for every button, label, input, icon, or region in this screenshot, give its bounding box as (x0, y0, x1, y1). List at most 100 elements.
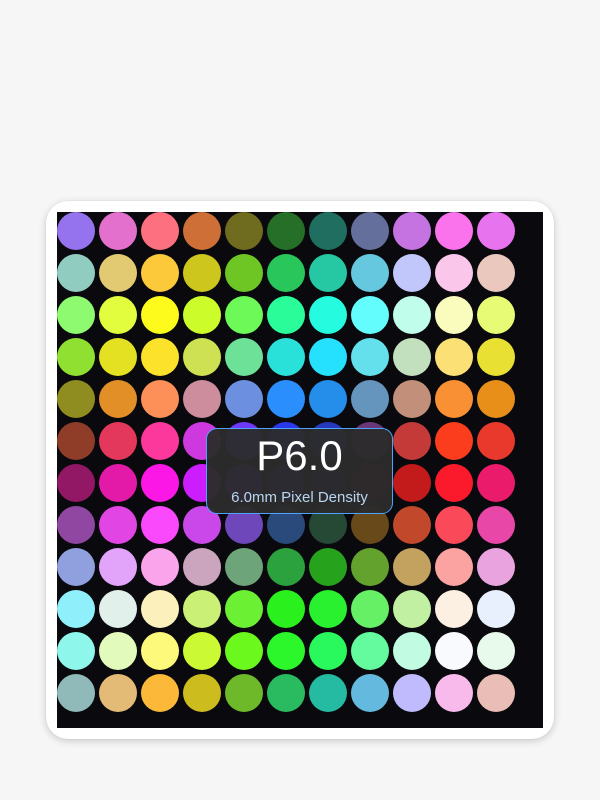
led-dot (435, 506, 473, 544)
led-dot (57, 548, 95, 586)
led-dot (225, 674, 263, 712)
led-dot (477, 254, 515, 292)
led-dot (141, 422, 179, 460)
led-dot (309, 212, 347, 250)
led-dot (225, 296, 263, 334)
led-dot (477, 506, 515, 544)
led-dot (225, 338, 263, 376)
led-dot (225, 590, 263, 628)
led-dot (225, 254, 263, 292)
led-dot (57, 338, 95, 376)
led-dot (309, 296, 347, 334)
led-dot (477, 380, 515, 418)
led-dot (141, 674, 179, 712)
led-dot (267, 380, 305, 418)
led-dot (57, 506, 95, 544)
led-dot (183, 296, 221, 334)
led-dot (225, 548, 263, 586)
led-dot (393, 338, 431, 376)
led-dot (99, 632, 137, 670)
led-dot (57, 422, 95, 460)
led-dot (309, 590, 347, 628)
led-dot (393, 296, 431, 334)
led-dot (99, 464, 137, 502)
led-dot (57, 590, 95, 628)
led-dot (141, 464, 179, 502)
led-dot (141, 338, 179, 376)
led-dot (477, 632, 515, 670)
led-dot (141, 548, 179, 586)
led-dot (141, 506, 179, 544)
led-dot (477, 464, 515, 502)
led-dot (435, 674, 473, 712)
led-dot (351, 254, 389, 292)
led-dot (393, 212, 431, 250)
led-dot (309, 254, 347, 292)
pixel-pitch-title: P6.0 (256, 432, 343, 479)
led-dot (435, 296, 473, 334)
led-dot (435, 548, 473, 586)
led-dot (141, 632, 179, 670)
led-dot (393, 254, 431, 292)
led-dot (435, 338, 473, 376)
led-dot (267, 212, 305, 250)
led-dot (309, 548, 347, 586)
led-dot (435, 632, 473, 670)
led-dot (99, 506, 137, 544)
led-dot (57, 212, 95, 250)
led-dot (477, 548, 515, 586)
led-dot (141, 296, 179, 334)
led-dot (267, 548, 305, 586)
led-dot (99, 212, 137, 250)
led-panel-card: P6.0 6.0mm Pixel Density (46, 201, 554, 739)
led-dot (351, 338, 389, 376)
led-dot (57, 254, 95, 292)
led-dot (309, 674, 347, 712)
led-dot (99, 296, 137, 334)
led-dot (351, 548, 389, 586)
led-dot (183, 632, 221, 670)
led-dot (351, 674, 389, 712)
led-dot (57, 380, 95, 418)
led-dot (351, 296, 389, 334)
led-dot (351, 632, 389, 670)
led-dot (183, 380, 221, 418)
led-dot (57, 674, 95, 712)
led-dot (267, 590, 305, 628)
led-dot (435, 254, 473, 292)
led-dot (141, 254, 179, 292)
led-dot (267, 338, 305, 376)
led-dot (183, 254, 221, 292)
led-dot (477, 674, 515, 712)
led-dot (57, 296, 95, 334)
led-dot (477, 422, 515, 460)
led-dot (99, 548, 137, 586)
led-dot (435, 590, 473, 628)
led-dot (477, 296, 515, 334)
led-dot (309, 338, 347, 376)
led-panel: P6.0 6.0mm Pixel Density (57, 212, 543, 728)
led-dot (477, 590, 515, 628)
led-dot (393, 548, 431, 586)
led-dot (477, 338, 515, 376)
led-dot (141, 212, 179, 250)
led-dot (183, 674, 221, 712)
pixel-pitch-label: P6.0 6.0mm Pixel Density (206, 428, 393, 514)
led-dot (183, 212, 221, 250)
led-dot (351, 212, 389, 250)
led-dot (141, 590, 179, 628)
pixel-pitch-description: 6.0mm Pixel Density (231, 489, 368, 506)
led-dot (267, 254, 305, 292)
led-dot (435, 422, 473, 460)
led-dot (99, 338, 137, 376)
led-dot (99, 422, 137, 460)
led-dot (351, 590, 389, 628)
led-dot (183, 338, 221, 376)
led-dot (309, 380, 347, 418)
led-dot (141, 380, 179, 418)
led-dot (435, 380, 473, 418)
led-dot (267, 632, 305, 670)
led-dot (393, 590, 431, 628)
led-dot (57, 632, 95, 670)
led-dot (267, 296, 305, 334)
